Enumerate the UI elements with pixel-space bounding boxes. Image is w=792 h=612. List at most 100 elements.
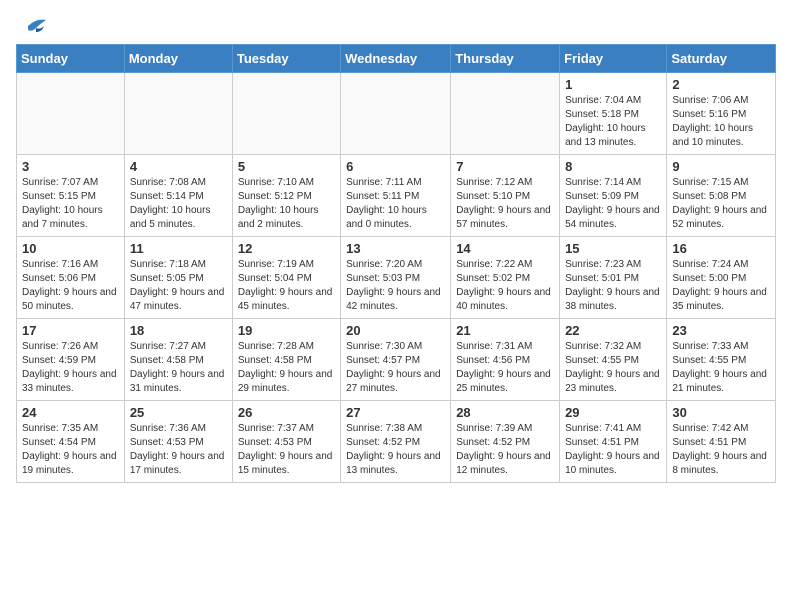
weekday-tuesday: Tuesday xyxy=(232,45,340,73)
week-row-3: 10 Sunrise: 7:16 AM Sunset: 5:06 PM Dayli… xyxy=(17,237,776,319)
day-number: 1 xyxy=(565,77,661,92)
day-info: Sunrise: 7:33 AM Sunset: 4:55 PM Dayligh… xyxy=(672,340,770,396)
day-info: Sunrise: 7:10 AM Sunset: 5:12 PM Dayligh… xyxy=(238,176,335,232)
calendar-cell: 1 Sunrise: 7:04 AM Sunset: 5:18 PM Daylig… xyxy=(560,73,667,155)
calendar-cell: 18 Sunrise: 7:27 AM Sunset: 4:58 PM Dayli… xyxy=(124,319,232,401)
day-info: Sunrise: 7:39 AM Sunset: 4:52 PM Dayligh… xyxy=(456,422,554,478)
day-number: 25 xyxy=(130,405,227,420)
day-info: Sunrise: 7:14 AM Sunset: 5:09 PM Dayligh… xyxy=(565,176,661,232)
calendar-cell: 16 Sunrise: 7:24 AM Sunset: 5:00 PM Dayli… xyxy=(667,237,776,319)
day-number: 26 xyxy=(238,405,335,420)
logo-bird-icon xyxy=(18,16,48,36)
day-info: Sunrise: 7:38 AM Sunset: 4:52 PM Dayligh… xyxy=(346,422,445,478)
day-number: 3 xyxy=(22,159,119,174)
day-number: 4 xyxy=(130,159,227,174)
day-number: 18 xyxy=(130,323,227,338)
day-number: 23 xyxy=(672,323,770,338)
weekday-saturday: Saturday xyxy=(667,45,776,73)
day-number: 12 xyxy=(238,241,335,256)
calendar-cell xyxy=(341,73,451,155)
day-info: Sunrise: 7:30 AM Sunset: 4:57 PM Dayligh… xyxy=(346,340,445,396)
day-number: 7 xyxy=(456,159,554,174)
day-number: 5 xyxy=(238,159,335,174)
calendar-cell xyxy=(232,73,340,155)
calendar-cell: 2 Sunrise: 7:06 AM Sunset: 5:16 PM Daylig… xyxy=(667,73,776,155)
calendar-cell: 6 Sunrise: 7:11 AM Sunset: 5:11 PM Daylig… xyxy=(341,155,451,237)
day-info: Sunrise: 7:42 AM Sunset: 4:51 PM Dayligh… xyxy=(672,422,770,478)
calendar-cell: 10 Sunrise: 7:16 AM Sunset: 5:06 PM Dayli… xyxy=(17,237,125,319)
weekday-wednesday: Wednesday xyxy=(341,45,451,73)
day-info: Sunrise: 7:32 AM Sunset: 4:55 PM Dayligh… xyxy=(565,340,661,396)
calendar-cell: 4 Sunrise: 7:08 AM Sunset: 5:14 PM Daylig… xyxy=(124,155,232,237)
day-number: 17 xyxy=(22,323,119,338)
calendar-cell: 27 Sunrise: 7:38 AM Sunset: 4:52 PM Dayli… xyxy=(341,401,451,483)
calendar-cell: 23 Sunrise: 7:33 AM Sunset: 4:55 PM Dayli… xyxy=(667,319,776,401)
calendar-cell: 3Sunrise: 7:07 AM Sunset: 5:15 PM Daylig… xyxy=(17,155,125,237)
day-info: Sunrise: 7:20 AM Sunset: 5:03 PM Dayligh… xyxy=(346,258,445,314)
day-number: 11 xyxy=(130,241,227,256)
day-info: Sunrise: 7:36 AM Sunset: 4:53 PM Dayligh… xyxy=(130,422,227,478)
weekday-sunday: Sunday xyxy=(17,45,125,73)
weekday-header: SundayMondayTuesdayWednesdayThursdayFrid… xyxy=(17,45,776,73)
calendar-cell: 29 Sunrise: 7:41 AM Sunset: 4:51 PM Dayli… xyxy=(560,401,667,483)
day-number: 28 xyxy=(456,405,554,420)
day-number: 8 xyxy=(565,159,661,174)
day-number: 10 xyxy=(22,241,119,256)
calendar-cell: 17 Sunrise: 7:26 AM Sunset: 4:59 PM Dayli… xyxy=(17,319,125,401)
calendar: SundayMondayTuesdayWednesdayThursdayFrid… xyxy=(16,44,776,483)
calendar-cell: 14 Sunrise: 7:22 AM Sunset: 5:02 PM Dayli… xyxy=(451,237,560,319)
calendar-cell: 11 Sunrise: 7:18 AM Sunset: 5:05 PM Dayli… xyxy=(124,237,232,319)
calendar-cell: 13 Sunrise: 7:20 AM Sunset: 5:03 PM Dayli… xyxy=(341,237,451,319)
calendar-cell: 21 Sunrise: 7:31 AM Sunset: 4:56 PM Dayli… xyxy=(451,319,560,401)
day-info: Sunrise: 7:06 AM Sunset: 5:16 PM Dayligh… xyxy=(672,94,770,150)
weekday-thursday: Thursday xyxy=(451,45,560,73)
day-info: Sunrise: 7:41 AM Sunset: 4:51 PM Dayligh… xyxy=(565,422,661,478)
calendar-cell: 24Sunrise: 7:35 AM Sunset: 4:54 PM Dayli… xyxy=(17,401,125,483)
day-info: Sunrise: 7:16 AM Sunset: 5:06 PM Dayligh… xyxy=(22,258,119,314)
day-info: Sunrise: 7:27 AM Sunset: 4:58 PM Dayligh… xyxy=(130,340,227,396)
calendar-cell: 7Sunrise: 7:12 AM Sunset: 5:10 PM Daylig… xyxy=(451,155,560,237)
day-number: 13 xyxy=(346,241,445,256)
header xyxy=(16,16,776,36)
day-number: 2 xyxy=(672,77,770,92)
day-info: Sunrise: 7:08 AM Sunset: 5:14 PM Dayligh… xyxy=(130,176,227,232)
day-info: Sunrise: 7:24 AM Sunset: 5:00 PM Dayligh… xyxy=(672,258,770,314)
day-info: Sunrise: 7:37 AM Sunset: 4:53 PM Dayligh… xyxy=(238,422,335,478)
day-number: 21 xyxy=(456,323,554,338)
day-info: Sunrise: 7:11 AM Sunset: 5:11 PM Dayligh… xyxy=(346,176,445,232)
calendar-cell: 28 Sunrise: 7:39 AM Sunset: 4:52 PM Dayli… xyxy=(451,401,560,483)
day-info: Sunrise: 7:19 AM Sunset: 5:04 PM Dayligh… xyxy=(238,258,335,314)
day-number: 16 xyxy=(672,241,770,256)
week-row-1: 1 Sunrise: 7:04 AM Sunset: 5:18 PM Daylig… xyxy=(17,73,776,155)
day-info: Sunrise: 7:04 AM Sunset: 5:18 PM Dayligh… xyxy=(565,94,661,150)
calendar-cell: 22 Sunrise: 7:32 AM Sunset: 4:55 PM Dayli… xyxy=(560,319,667,401)
day-number: 30 xyxy=(672,405,770,420)
day-info: Sunrise: 7:22 AM Sunset: 5:02 PM Dayligh… xyxy=(456,258,554,314)
week-row-4: 17 Sunrise: 7:26 AM Sunset: 4:59 PM Dayli… xyxy=(17,319,776,401)
week-row-5: 24Sunrise: 7:35 AM Sunset: 4:54 PM Dayli… xyxy=(17,401,776,483)
day-number: 6 xyxy=(346,159,445,174)
calendar-cell: 30 Sunrise: 7:42 AM Sunset: 4:51 PM Dayli… xyxy=(667,401,776,483)
calendar-cell: 9 Sunrise: 7:15 AM Sunset: 5:08 PM Daylig… xyxy=(667,155,776,237)
calendar-cell: 5 Sunrise: 7:10 AM Sunset: 5:12 PM Daylig… xyxy=(232,155,340,237)
calendar-cell: 15 Sunrise: 7:23 AM Sunset: 5:01 PM Dayli… xyxy=(560,237,667,319)
day-number: 14 xyxy=(456,241,554,256)
calendar-body: 1 Sunrise: 7:04 AM Sunset: 5:18 PM Daylig… xyxy=(17,73,776,483)
week-row-2: 3Sunrise: 7:07 AM Sunset: 5:15 PM Daylig… xyxy=(17,155,776,237)
calendar-cell: 20Sunrise: 7:30 AM Sunset: 4:57 PM Dayli… xyxy=(341,319,451,401)
day-info: Sunrise: 7:15 AM Sunset: 5:08 PM Dayligh… xyxy=(672,176,770,232)
calendar-cell xyxy=(124,73,232,155)
day-number: 29 xyxy=(565,405,661,420)
day-number: 22 xyxy=(565,323,661,338)
calendar-cell: 19Sunrise: 7:28 AM Sunset: 4:58 PM Dayli… xyxy=(232,319,340,401)
day-info: Sunrise: 7:31 AM Sunset: 4:56 PM Dayligh… xyxy=(456,340,554,396)
calendar-cell xyxy=(17,73,125,155)
calendar-cell xyxy=(451,73,560,155)
day-number: 27 xyxy=(346,405,445,420)
day-info: Sunrise: 7:18 AM Sunset: 5:05 PM Dayligh… xyxy=(130,258,227,314)
day-number: 9 xyxy=(672,159,770,174)
day-info: Sunrise: 7:26 AM Sunset: 4:59 PM Dayligh… xyxy=(22,340,119,396)
day-info: Sunrise: 7:23 AM Sunset: 5:01 PM Dayligh… xyxy=(565,258,661,314)
day-number: 15 xyxy=(565,241,661,256)
day-info: Sunrise: 7:35 AM Sunset: 4:54 PM Dayligh… xyxy=(22,422,119,478)
